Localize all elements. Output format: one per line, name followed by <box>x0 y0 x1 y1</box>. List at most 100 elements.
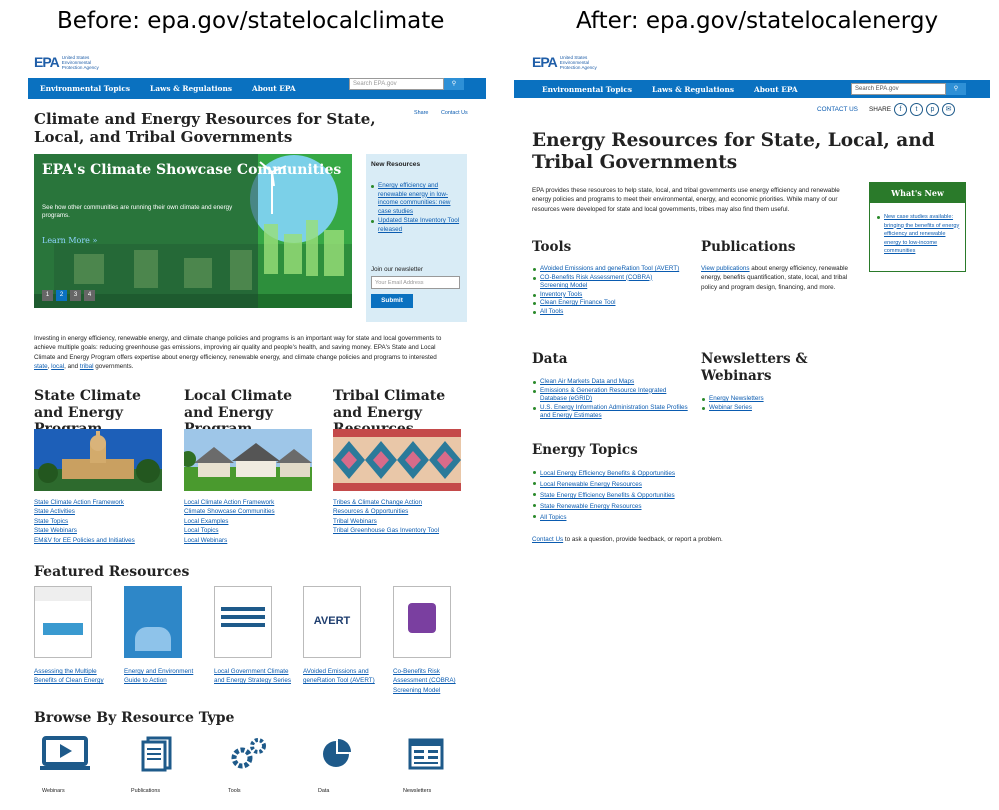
list-item[interactable]: All Topics <box>532 512 732 523</box>
tribal-link[interactable]: tribal <box>80 363 94 370</box>
featured-link-2[interactable]: Energy and Environment Guide to Action <box>124 667 204 686</box>
topics-link[interactable]: Local Renewable Energy Resources <box>540 481 642 488</box>
pinterest-icon[interactable]: p <box>926 103 939 116</box>
browse-publications-link[interactable]: Publications <box>131 787 160 795</box>
list-item[interactable]: Energy Newsletters <box>701 395 831 404</box>
share-link[interactable]: Share <box>414 109 428 117</box>
whats-new-link[interactable]: New case studies available: bringing the… <box>884 214 959 254</box>
local-link-2[interactable]: Climate Showcase Communities <box>184 507 332 516</box>
nav-environmental-topics[interactable]: Environmental Topics <box>542 85 632 94</box>
twitter-icon[interactable]: t <box>910 103 923 116</box>
newsletter-icon[interactable] <box>408 736 444 772</box>
contact-us-bottom-link[interactable]: Contact Us <box>532 536 563 543</box>
featured-cover-3[interactable] <box>214 586 272 658</box>
browse-newsletters-link[interactable]: Newsletters <box>403 787 431 795</box>
epa-logo[interactable]: EPA United States Environmental Protecti… <box>34 52 108 72</box>
topics-link[interactable]: All Topics <box>540 514 566 521</box>
state-link-2[interactable]: State Activities <box>34 507 182 516</box>
featured-link-text[interactable]: Co-Benefits Risk Assessment (COBRA) Scre… <box>393 668 456 694</box>
featured-link-5[interactable]: Co-Benefits Risk Assessment (COBRA) Scre… <box>393 667 473 695</box>
list-item[interactable]: Local Energy Efficiency Benefits & Oppor… <box>532 468 732 479</box>
state-link-5[interactable]: EM&V for EE Policies and Initiatives <box>34 536 182 545</box>
tools-link[interactable]: Inventory Tools <box>540 291 582 298</box>
search-input[interactable]: Search EPA.gov <box>851 83 946 95</box>
view-publications-link[interactable]: View publications <box>701 265 750 272</box>
newsletters-link[interactable]: Webinar Series <box>709 404 752 411</box>
tribal-link-2[interactable]: Resources & Opportunities <box>333 507 483 516</box>
tribal-link-3[interactable]: Tribal Webinars <box>333 517 483 526</box>
data-link[interactable]: Clean Air Markets Data and Maps <box>540 378 634 385</box>
list-item[interactable]: AVoided Emissions and geneRation Tool (A… <box>532 265 682 274</box>
contact-us-link[interactable]: Contact Us <box>441 109 468 117</box>
featured-cover-4[interactable]: AVERT <box>303 586 361 658</box>
featured-link-4[interactable]: AVoided Emissions and geneRation Tool (A… <box>303 667 383 686</box>
list-item[interactable]: Updated State Inventory Tool released <box>370 217 464 234</box>
local-link-4[interactable]: Local Topics <box>184 526 332 535</box>
webinar-icon[interactable] <box>40 736 90 772</box>
topics-link[interactable]: State Renewable Energy Resources <box>540 503 642 510</box>
newsletters-link[interactable]: Energy Newsletters <box>709 395 764 402</box>
contact-us-link[interactable]: CONTACT US <box>817 106 858 113</box>
featured-link-text[interactable]: Energy and Environment Guide to Action <box>124 668 193 684</box>
local-link-3[interactable]: Local Examples <box>184 517 332 526</box>
featured-cover-1[interactable] <box>34 586 92 658</box>
search-button[interactable]: ⚲ <box>444 78 464 90</box>
publications-icon[interactable] <box>140 736 174 772</box>
state-capitol-image[interactable] <box>34 429 162 491</box>
new-resource-link[interactable]: Energy efficiency and renewable energy i… <box>378 182 450 215</box>
gears-icon[interactable] <box>230 736 268 772</box>
slide-learn-more-link[interactable]: Learn More » <box>42 236 97 245</box>
featured-link-text[interactable]: Assessing the Multiple Benefits of Clean… <box>34 668 104 684</box>
nav-environmental-topics[interactable]: Environmental Topics <box>40 84 130 93</box>
list-item[interactable]: State Renewable Energy Resources <box>532 501 732 512</box>
featured-cover-2[interactable] <box>124 586 182 658</box>
list-item[interactable]: U.S. Energy Information Administration S… <box>532 404 692 421</box>
facebook-icon[interactable]: f <box>894 103 907 116</box>
search-input[interactable]: Search EPA.gov <box>349 78 444 90</box>
browse-webinars-link[interactable]: Webinars <box>42 787 65 795</box>
browse-tools-link[interactable]: Tools <box>228 787 241 795</box>
slide-dot-2[interactable]: 2 <box>56 290 67 301</box>
tribal-link-1[interactable]: Tribes & Climate Change Action <box>333 498 483 507</box>
slide-dot-4[interactable]: 4 <box>84 290 95 301</box>
nav-laws-regulations[interactable]: Laws & Regulations <box>652 85 734 94</box>
slide-dot-1[interactable]: 1 <box>42 290 53 301</box>
new-resource-link[interactable]: Updated State Inventory Tool released <box>378 217 459 233</box>
nav-about-epa[interactable]: About EPA <box>252 84 296 93</box>
email-icon[interactable]: ✉ <box>942 103 955 116</box>
tools-link[interactable]: AVoided Emissions and geneRation Tool (A… <box>540 265 679 272</box>
featured-link-3[interactable]: Local Government Climate and Energy Stra… <box>214 667 294 686</box>
list-item[interactable]: Clean Air Markets Data and Maps <box>532 378 692 387</box>
submit-button[interactable]: Submit <box>371 294 413 308</box>
list-item[interactable]: State Energy Efficiency Benefits & Oppor… <box>532 490 732 501</box>
topics-link[interactable]: Local Energy Efficiency Benefits & Oppor… <box>540 470 675 477</box>
state-link-4[interactable]: State Webinars <box>34 526 182 535</box>
featured-link-text[interactable]: AVoided Emissions and geneRation Tool (A… <box>303 668 375 684</box>
list-item[interactable]: Energy efficiency and renewable energy i… <box>370 182 464 216</box>
list-item[interactable]: Inventory Tools <box>532 291 682 300</box>
tools-link[interactable]: All Tools <box>540 308 563 315</box>
featured-link-text[interactable]: Local Government Climate and Energy Stra… <box>214 668 291 684</box>
state-link-1[interactable]: State Climate Action Framework <box>34 498 182 507</box>
houses-image[interactable] <box>184 429 312 491</box>
browse-data-link[interactable]: Data <box>318 787 329 795</box>
email-field[interactable]: Your Email Address <box>371 276 460 289</box>
tribal-pattern-image[interactable] <box>333 429 461 491</box>
list-item[interactable]: Local Renewable Energy Resources <box>532 479 732 490</box>
list-item[interactable]: CO-Benefits Risk Assessment (COBRA) Scre… <box>532 274 682 291</box>
local-link-1[interactable]: Local Climate Action Framework <box>184 498 332 507</box>
state-link-3[interactable]: State Topics <box>34 517 182 526</box>
nav-about-epa[interactable]: About EPA <box>754 85 798 94</box>
tools-link[interactable]: CO-Benefits Risk Assessment (COBRA) Scre… <box>540 274 652 290</box>
topics-link[interactable]: State Energy Efficiency Benefits & Oppor… <box>540 492 675 499</box>
local-link[interactable]: local <box>51 363 64 370</box>
slide-dot-3[interactable]: 3 <box>70 290 81 301</box>
list-item[interactable]: Clean Energy Finance Tool <box>532 299 682 308</box>
tribal-link-4[interactable]: Tribal Greenhouse Gas Inventory Tool <box>333 526 483 535</box>
epa-logo[interactable]: EPA United States Environmental Protecti… <box>532 52 606 72</box>
featured-link-1[interactable]: Assessing the Multiple Benefits of Clean… <box>34 667 114 686</box>
nav-laws-regulations[interactable]: Laws & Regulations <box>150 84 232 93</box>
data-link[interactable]: Emissions & Generation Resource Integrat… <box>540 387 666 403</box>
list-item[interactable]: Webinar Series <box>701 404 831 413</box>
search-button[interactable]: ⚲ <box>946 83 966 95</box>
